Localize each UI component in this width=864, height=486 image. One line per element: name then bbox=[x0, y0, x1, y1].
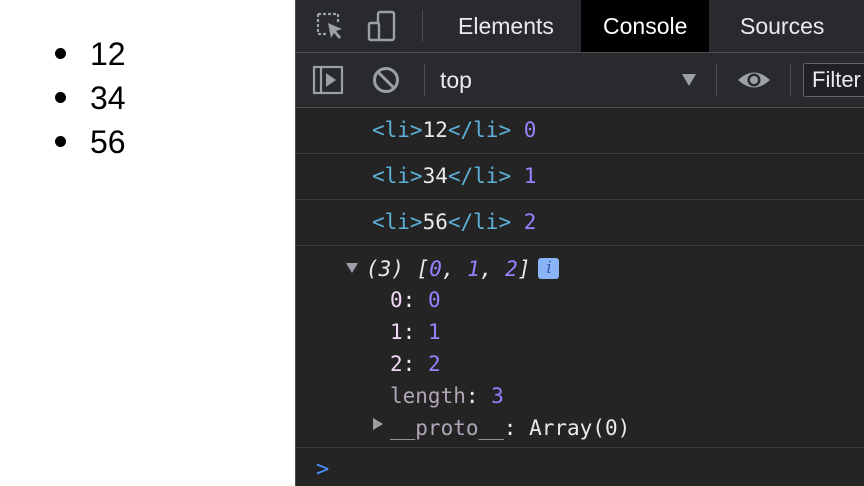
context-selector[interactable]: top bbox=[440, 53, 472, 107]
toolbar-divider bbox=[422, 10, 423, 42]
devtools-panel: Elements Console Sources top Filter <li>… bbox=[295, 0, 864, 486]
tab-sources[interactable]: Sources bbox=[718, 0, 846, 52]
index-value: 2 bbox=[523, 210, 537, 234]
info-icon[interactable]: i bbox=[538, 257, 560, 279]
expand-triangle-icon[interactable] bbox=[373, 418, 383, 430]
tab-console[interactable]: Console bbox=[581, 0, 710, 52]
console-message: <li>34</li> 1 bbox=[296, 154, 864, 200]
console-message: <li>12</li> 0 bbox=[296, 108, 864, 154]
clear-console-icon[interactable] bbox=[370, 64, 402, 96]
console-toolbar: top Filter bbox=[296, 53, 864, 108]
array-log: (3) [0, 1, 2] i 0: 0 1: 1 2: 2 length: 3 … bbox=[296, 246, 864, 440]
html-tag: <li> bbox=[372, 118, 423, 142]
toolbar-divider bbox=[790, 64, 791, 96]
toolbar-divider bbox=[424, 64, 425, 96]
element-text: 56 bbox=[422, 210, 448, 234]
element-text: 12 bbox=[422, 118, 448, 142]
array-close-bracket: ] bbox=[517, 257, 531, 281]
console-message: <li>56</li> 2 bbox=[296, 200, 864, 246]
console-output: <li>12</li> 0 <li>34</li> 1 <li>56</li> … bbox=[296, 108, 864, 440]
bullet-list: 12 34 56 bbox=[52, 32, 126, 164]
array-item: 0 bbox=[429, 257, 442, 281]
array-property: length: 3 bbox=[390, 384, 504, 408]
expand-triangle-icon[interactable] bbox=[346, 263, 358, 273]
html-tag: </li> bbox=[447, 210, 512, 234]
array-item: 1 bbox=[467, 257, 480, 281]
console-prompt[interactable]: > bbox=[316, 455, 329, 485]
device-toggle-icon[interactable] bbox=[366, 10, 398, 42]
html-tag: </li> bbox=[447, 118, 512, 142]
array-item: 2 bbox=[505, 257, 518, 281]
tab-elements[interactable]: Elements bbox=[436, 0, 576, 52]
list-item: 12 bbox=[52, 32, 126, 76]
prompt-divider bbox=[296, 447, 864, 448]
live-expression-icon[interactable] bbox=[736, 64, 770, 96]
html-tag: </li> bbox=[447, 164, 512, 188]
devtools-tabbar: Elements Console Sources bbox=[296, 0, 864, 53]
inspect-element-icon[interactable] bbox=[314, 10, 346, 42]
html-tag: <li> bbox=[372, 210, 423, 234]
sidebar-toggle-icon[interactable] bbox=[312, 64, 344, 96]
array-property: 1: 1 bbox=[390, 320, 441, 344]
proto-property[interactable]: __proto__: Array(0) bbox=[390, 412, 630, 444]
chevron-down-icon[interactable] bbox=[682, 74, 696, 86]
list-item: 56 bbox=[52, 120, 126, 164]
element-text: 34 bbox=[422, 164, 448, 188]
array-summary[interactable]: (3) [0, 1, 2] i bbox=[346, 254, 560, 284]
array-property: 2: 2 bbox=[390, 352, 441, 376]
index-value: 0 bbox=[523, 118, 537, 142]
array-count: (3) bbox=[366, 257, 404, 281]
html-tag: <li> bbox=[372, 164, 423, 188]
filter-input[interactable]: Filter bbox=[803, 63, 864, 97]
page-viewport: 12 34 56 bbox=[0, 0, 295, 486]
list-item: 34 bbox=[52, 76, 126, 120]
array-open-bracket: [ bbox=[416, 257, 430, 281]
array-property: 0: 0 bbox=[390, 288, 441, 312]
toolbar-divider bbox=[716, 64, 717, 96]
index-value: 1 bbox=[523, 164, 537, 188]
